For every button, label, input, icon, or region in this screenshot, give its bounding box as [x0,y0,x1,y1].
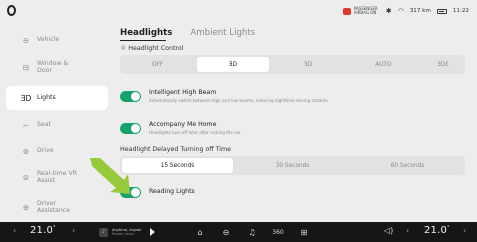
left-temp-up-icon[interactable]: › [72,226,75,235]
intelligent-high-beam-setting: Intelligent High Beam Automatically swit… [117,84,469,112]
tab-ambient-lights[interactable]: Ambient Lights [190,28,255,38]
right-temp-up-icon[interactable]: › [463,226,466,235]
battery-icon [436,8,447,14]
settings-screen: PASSENGER AIRBAG ON ✱ ◠ 317 km 11:22 ⊖ V… [0,0,477,242]
intelligent-high-beam-description: Automatically switch between high and lo… [149,98,328,103]
green-arrow-annotation [90,158,130,194]
media-player[interactable]: ♪ Anytime, Anywh Radmi radio [99,225,171,239]
delay-30-seconds[interactable]: 30 Seconds [237,158,348,173]
lights-settings-panel: Headlights Ambient Lights ☼ Headlight Co… [113,22,477,222]
lights-icon: ƎD [20,93,32,103]
sidebar-item-label: Lights [37,94,56,102]
tab-bar: Headlights Ambient Lights [120,28,255,41]
apps-icon[interactable]: ⊞ [298,226,310,238]
dock-app-icons: ⌂ ⊖ ♫ 360 ⊞ [194,225,310,239]
sidebar-item-vehicle[interactable]: ⊖ Vehicle [6,28,108,52]
play-icon[interactable] [150,228,155,236]
album-art-icon: ♪ [99,227,108,237]
headlight-mode-low-beam[interactable]: ƎD [273,57,344,72]
sun-icon: ☼ [120,44,127,52]
accompany-me-home-setting: Accompany Me Home Headlights turn off la… [117,116,469,144]
car-icon[interactable]: ⊖ [220,226,232,238]
intelligent-high-beam-title: Intelligent High Beam [149,89,217,96]
reading-lights-title: Reading Lights [149,188,195,195]
vr-assist-icon: ⊜ [22,172,30,182]
window-icon: ⊟ [22,62,30,72]
right-temperature-unit: ° [447,225,450,231]
tab-headlights[interactable]: Headlights [120,28,172,41]
clock: 11:22 [452,8,469,14]
sidebar-item-seat[interactable]: ⌐ Seat [6,113,108,137]
status-bar: PASSENGER AIRBAG ON ✱ ◠ 317 km 11:22 [0,0,477,22]
sidebar-item-window-door[interactable]: ⊟ Window & Door [6,55,108,79]
right-temperature-value: 21.0 [424,225,448,236]
steering-icon: ⊛ [22,146,30,156]
accompany-me-home-description: Headlights turn off later after locking … [149,130,241,135]
delay-off-title: Headlight Delayed Turning off Time [120,146,232,153]
headlight-mode-fog[interactable]: ƎDƐ [423,57,463,72]
360-view-icon[interactable]: 360 [272,226,284,238]
sidebar-item-label: Vehicle [37,36,60,44]
bottom-dock: ‹ 21.0° › ♪ Anytime, Anywh Radmi radio ⌂… [0,222,477,242]
intelligent-high-beam-toggle[interactable] [120,91,141,102]
airbag-status: PASSENGER AIRBAG ON [342,5,380,16]
brand-logo [7,5,16,16]
wifi-icon: ◠ [397,7,404,15]
accompany-me-home-toggle[interactable] [120,123,141,134]
delay-15-seconds[interactable]: 15 Seconds [122,158,233,173]
delay-off-selector: 15 Seconds 30 Seconds 60 Seconds [120,156,465,175]
headlight-mode-selector: OFF ƎD ƎD AUTO ƎDƐ [120,55,465,74]
accompany-me-home-title: Accompany Me Home [149,121,217,128]
airbag-icon [342,7,351,15]
sidebar-item-label: Drive [37,147,54,155]
media-subtitle: Radmi radio [112,232,134,236]
status-indicators: PASSENGER AIRBAG ON ✱ ◠ 317 km 11:22 [342,0,469,22]
reading-lights-setting: Reading Lights [117,180,469,208]
right-temp-down-icon[interactable]: ‹ [406,226,409,235]
sidebar-item-label: Real-time VR Assist [37,169,78,185]
headlight-control-title: Headlight Control [128,44,184,52]
music-icon[interactable]: ♫ [246,226,258,238]
sidebar-item-lights[interactable]: ƎD Lights [6,86,108,110]
sidebar-item-label: Window & Door [37,59,69,75]
left-temp-down-icon[interactable]: ‹ [13,226,16,235]
headlight-mode-auto[interactable]: AUTO [348,57,419,72]
left-temperature-value: 21.0 [30,225,54,236]
bluetooth-icon: ✱ [385,7,392,15]
airbag-text: PASSENGER AIRBAG ON [353,5,378,15]
home-icon[interactable]: ⌂ [194,226,206,238]
left-temperature[interactable]: 21.0° [30,225,56,236]
headlight-mode-off[interactable]: OFF [122,57,193,72]
driver-assist-icon: ⊕ [22,202,30,212]
volume-icon[interactable]: ◁) [384,226,393,235]
sidebar-item-driver-assistance[interactable]: ⊕ Driver Assistance [6,195,108,219]
left-temperature-unit: ° [53,225,56,231]
headlight-control-heading: ☼ Headlight Control [120,44,183,52]
range-text: 317 km [409,8,431,14]
sidebar-item-label: Driver Assistance [37,199,70,215]
sidebar-item-label: Seat [37,121,51,129]
media-info: Anytime, Anywh Radmi radio [112,228,146,237]
headlight-mode-position[interactable]: ƎD [197,57,269,72]
right-temperature[interactable]: 21.0° [424,225,450,236]
car-icon: ⊖ [22,35,30,45]
delay-60-seconds[interactable]: 60 Seconds [352,158,463,173]
seat-icon: ⌐ [22,120,30,130]
